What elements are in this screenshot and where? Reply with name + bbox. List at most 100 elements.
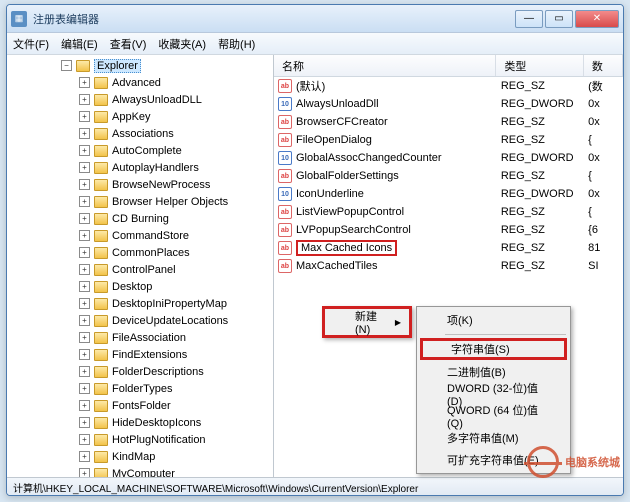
expand-icon[interactable]: + <box>79 332 90 343</box>
expand-icon[interactable]: + <box>79 400 90 411</box>
list-row[interactable]: 10IconUnderlineREG_DWORD0x <box>274 185 623 203</box>
expand-icon[interactable]: + <box>79 417 90 428</box>
list-row[interactable]: 10GlobalAssocChangedCounterREG_DWORD0x <box>274 149 623 167</box>
tree-node[interactable]: +CD Burning <box>7 210 273 227</box>
expand-icon[interactable]: + <box>79 434 90 445</box>
value-icon: ab <box>278 79 292 93</box>
header-data[interactable]: 数 <box>584 55 623 76</box>
tree-node[interactable]: +FileAssociation <box>7 329 273 346</box>
tree-node[interactable]: +HideDesktopIcons <box>7 414 273 431</box>
header-type[interactable]: 类型 <box>496 55 583 76</box>
expand-icon[interactable]: + <box>79 111 90 122</box>
value-icon: 10 <box>278 97 292 111</box>
expand-icon[interactable]: + <box>79 247 90 258</box>
expand-icon[interactable]: + <box>79 315 90 326</box>
list-row[interactable]: abLVPopupSearchControlREG_SZ{6 <box>274 221 623 239</box>
list-row[interactable]: abMax Cached IconsREG_SZ81 <box>274 239 623 257</box>
tree-node-explorer[interactable]: − Explorer <box>7 57 273 74</box>
minimize-button[interactable]: — <box>515 10 543 28</box>
expand-icon[interactable]: + <box>79 77 90 88</box>
expand-icon[interactable]: + <box>79 468 90 477</box>
folder-icon <box>94 332 108 344</box>
tree-node[interactable]: +CommonPlaces <box>7 244 273 261</box>
expand-icon[interactable]: + <box>79 349 90 360</box>
tree-node[interactable]: +Desktop <box>7 278 273 295</box>
tree-node[interactable]: +ControlPanel <box>7 261 273 278</box>
expand-icon[interactable]: + <box>79 451 90 462</box>
expand-icon[interactable]: + <box>79 179 90 190</box>
tree-node[interactable]: +AutoplayHandlers <box>7 159 273 176</box>
tree-node[interactable]: +Browser Helper Objects <box>7 193 273 210</box>
tree-node[interactable]: +AutoComplete <box>7 142 273 159</box>
expand-icon[interactable]: + <box>79 196 90 207</box>
list-row[interactable]: ab(默认)REG_SZ(数 <box>274 77 623 95</box>
menu-view[interactable]: 查看(V) <box>110 36 147 52</box>
list-row[interactable]: 10AlwaysUnloadDllREG_DWORD0x <box>274 95 623 113</box>
tree-node[interactable]: +FindExtensions <box>7 346 273 363</box>
maximize-button[interactable]: ▭ <box>545 10 573 28</box>
list-header: 名称 类型 数 <box>274 55 623 77</box>
list-row[interactable]: abBrowserCFCreatorREG_SZ0x <box>274 113 623 131</box>
tree-node[interactable]: +MyComputer <box>7 465 273 477</box>
watermark-logon-icon <box>527 446 559 478</box>
folder-icon <box>94 179 108 191</box>
tree-node[interactable]: +FolderTypes <box>7 380 273 397</box>
menu-help[interactable]: 帮助(H) <box>218 36 255 52</box>
context-menu-1: 新建(N) <box>322 306 412 338</box>
folder-icon <box>94 128 108 140</box>
list-row[interactable]: abMaxCachedTilesREG_SZSI <box>274 257 623 275</box>
tree-node[interactable]: +DesktopIniPropertyMap <box>7 295 273 312</box>
close-button[interactable]: ✕ <box>575 10 619 28</box>
tree-node[interactable]: +DeviceUpdateLocations <box>7 312 273 329</box>
list-row[interactable]: abListViewPopupControlREG_SZ{ <box>274 203 623 221</box>
expand-icon[interactable]: + <box>79 128 90 139</box>
folder-icon <box>94 162 108 174</box>
list-row[interactable]: abFileOpenDialogREG_SZ{ <box>274 131 623 149</box>
tree-node[interactable]: +CommandStore <box>7 227 273 244</box>
menu-file[interactable]: 文件(F) <box>13 36 49 52</box>
value-icon: ab <box>278 133 292 147</box>
tree-node[interactable]: +HotPlugNotification <box>7 431 273 448</box>
ctx-string[interactable]: 字符串值(S) <box>420 338 567 360</box>
tree-node[interactable]: +KindMap <box>7 448 273 465</box>
tree-node[interactable]: +AlwaysUnloadDLL <box>7 91 273 108</box>
tree-node[interactable]: +BrowseNewProcess <box>7 176 273 193</box>
expand-icon[interactable]: + <box>79 298 90 309</box>
folder-icon <box>94 298 108 310</box>
expand-icon[interactable]: + <box>79 213 90 224</box>
tree-node[interactable]: +AppKey <box>7 108 273 125</box>
ctx-key[interactable]: 项(K) <box>419 309 568 331</box>
folder-icon <box>94 315 108 327</box>
ctx-qword[interactable]: QWORD (64 位)值(Q) <box>419 405 568 427</box>
tree-node[interactable]: +FontsFolder <box>7 397 273 414</box>
menu-edit[interactable]: 编辑(E) <box>61 36 98 52</box>
tree-node[interactable]: +FolderDescriptions <box>7 363 273 380</box>
titlebar[interactable]: ▦ 注册表编辑器 — ▭ ✕ <box>7 5 623 33</box>
header-name[interactable]: 名称 <box>274 55 496 76</box>
folder-icon <box>94 468 108 478</box>
tree-node[interactable]: +Associations <box>7 125 273 142</box>
menu-favorites[interactable]: 收藏夹(A) <box>158 36 206 52</box>
value-icon: ab <box>278 205 292 219</box>
folder-icon <box>94 145 108 157</box>
expand-icon[interactable]: + <box>79 94 90 105</box>
ctx-new[interactable]: 新建(N) <box>327 311 407 333</box>
value-icon: 10 <box>278 187 292 201</box>
folder-icon <box>94 94 108 106</box>
tree-node[interactable]: +Advanced <box>7 74 273 91</box>
folder-icon <box>94 434 108 446</box>
expand-icon[interactable]: + <box>79 366 90 377</box>
tree-pane[interactable]: − Explorer +Advanced+AlwaysUnloadDLL+App… <box>7 55 274 477</box>
folder-icon <box>94 349 108 361</box>
expand-icon[interactable]: + <box>79 230 90 241</box>
expand-icon[interactable]: + <box>79 162 90 173</box>
expand-icon[interactable]: + <box>79 383 90 394</box>
value-icon: ab <box>278 241 292 255</box>
collapse-icon[interactable]: − <box>61 60 72 71</box>
list-row[interactable]: abGlobalFolderSettingsREG_SZ{ <box>274 167 623 185</box>
expand-icon[interactable]: + <box>79 281 90 292</box>
expand-icon[interactable]: + <box>79 264 90 275</box>
expand-icon[interactable]: + <box>79 145 90 156</box>
folder-icon <box>94 400 108 412</box>
folder-icon <box>94 264 108 276</box>
